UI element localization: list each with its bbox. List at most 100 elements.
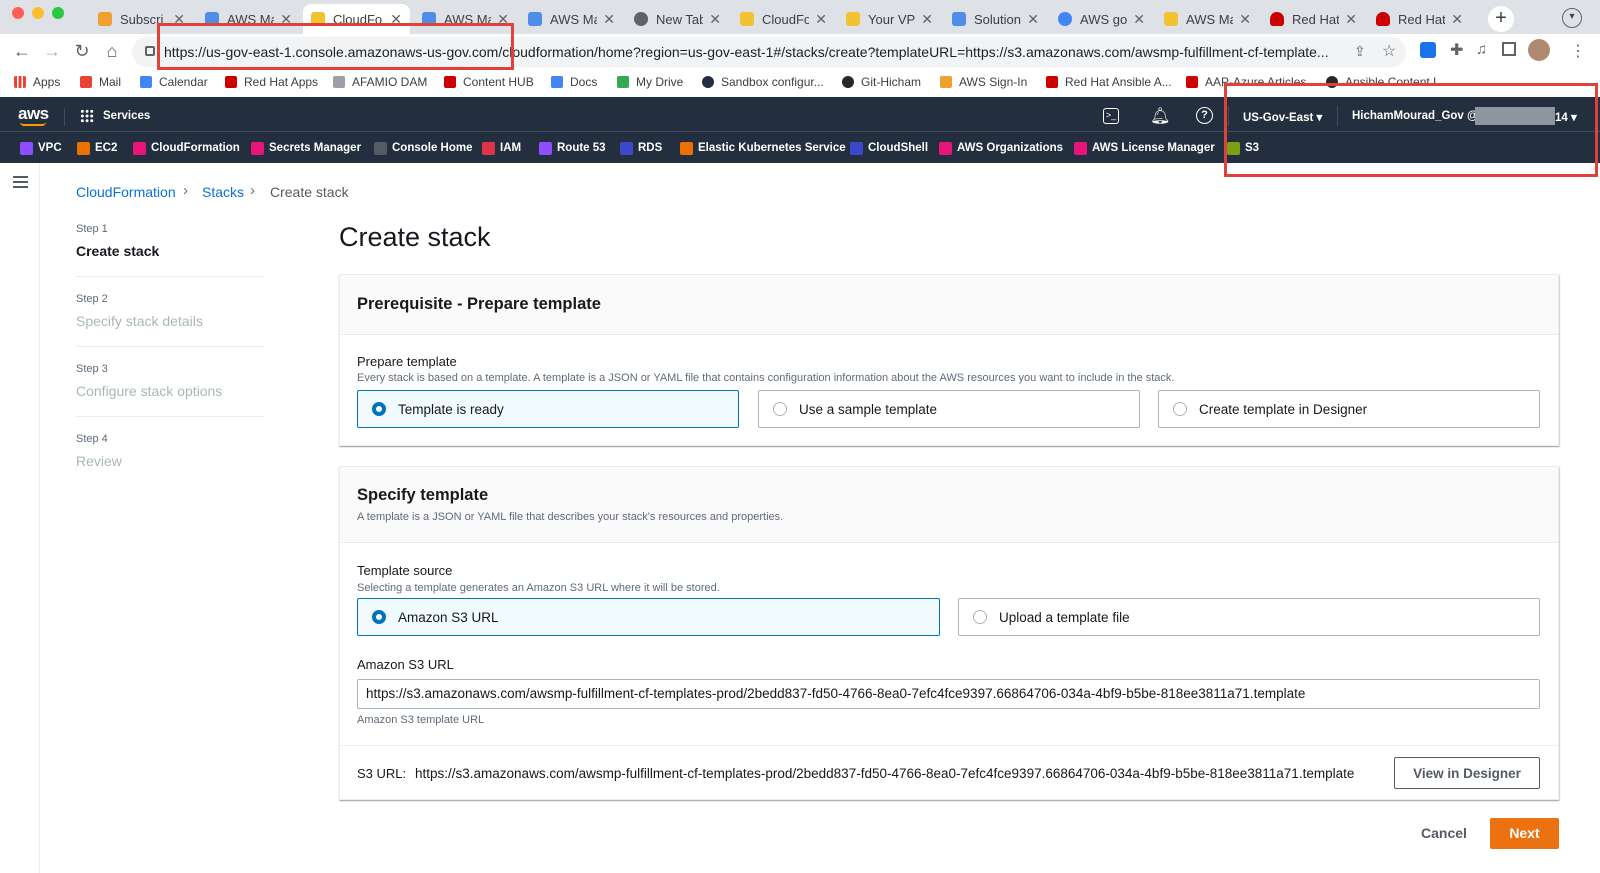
- new-tab-button[interactable]: +: [1488, 6, 1514, 32]
- browser-tab[interactable]: Solution ✕: [944, 4, 1047, 34]
- favorite-elastic-kubernetes-service[interactable]: Elastic Kubernetes Service: [680, 140, 846, 156]
- tab-favicon-icon: [740, 12, 754, 26]
- browser-tab[interactable]: AWS Mar✕: [520, 4, 623, 34]
- option-sample-template[interactable]: Use a sample template: [758, 390, 1140, 428]
- bookmark[interactable]: Red Hat Apps: [225, 72, 318, 92]
- favorite-ec2[interactable]: EC2: [77, 140, 117, 156]
- services-menu[interactable]: Services: [103, 110, 150, 122]
- browser-tab[interactable]: CloudFor✕: [732, 4, 835, 34]
- card-header: [340, 467, 1558, 543]
- more-menu-icon[interactable]: ⋮: [1570, 41, 1586, 61]
- share-icon[interactable]: ⇪: [1354, 43, 1366, 60]
- side-panel-icon[interactable]: [1502, 42, 1516, 56]
- puzzle-icon[interactable]: ✚: [1450, 40, 1463, 60]
- docs-icon: [551, 76, 563, 88]
- favorite-rds[interactable]: RDS: [620, 140, 662, 156]
- option-designer-template[interactable]: Create template in Designer: [1158, 390, 1540, 428]
- favorite-cloudformation[interactable]: CloudFormation: [133, 140, 240, 156]
- close-icon[interactable]: ✕: [1345, 11, 1357, 28]
- radio-selected-icon[interactable]: [372, 402, 386, 416]
- close-window-button[interactable]: [12, 7, 24, 19]
- maximize-window-button[interactable]: [52, 7, 64, 19]
- favorite-iam[interactable]: IAM: [482, 140, 521, 156]
- tab-favicon-icon: [1164, 12, 1178, 26]
- favorite-cloudshell[interactable]: CloudShell: [850, 140, 928, 156]
- next-button[interactable]: Next: [1490, 818, 1559, 849]
- bookmark[interactable]: Sandbox configur...: [702, 72, 824, 92]
- browser-tab[interactable]: Red Hat ✕: [1368, 4, 1471, 34]
- extension-icon[interactable]: [1420, 42, 1436, 58]
- option-s3-url[interactable]: Amazon S3 URL: [357, 598, 940, 636]
- favorite-aws-license-manager[interactable]: AWS License Manager: [1074, 140, 1215, 156]
- browser-tab[interactable]: AWS gov✕: [1050, 4, 1153, 34]
- close-icon[interactable]: ✕: [921, 11, 933, 28]
- radio-selected-icon[interactable]: [372, 610, 386, 624]
- step-divider: [76, 276, 264, 277]
- close-icon[interactable]: ✕: [1451, 11, 1463, 28]
- bookmark[interactable]: Git-Hicham: [842, 72, 921, 92]
- favorite-aws-organizations[interactable]: AWS Organizations: [939, 140, 1063, 156]
- s3-url-display-value: https://s3.amazonaws.com/awsmp-fulfillme…: [415, 766, 1355, 781]
- home-icon[interactable]: ⌂: [100, 39, 124, 63]
- favorite-vpc[interactable]: VPC: [20, 140, 62, 156]
- tab-search-icon[interactable]: ▾: [1562, 8, 1582, 28]
- step-title: Specify stack details: [76, 313, 203, 329]
- favorite-route-53[interactable]: Route 53: [539, 140, 606, 156]
- option-template-ready[interactable]: Template is ready: [357, 390, 739, 428]
- browser-tab[interactable]: Your VPC✕: [838, 4, 941, 34]
- close-icon[interactable]: ✕: [1239, 11, 1251, 28]
- service-icon: [20, 141, 33, 155]
- browser-tab[interactable]: Red Hat ✕: [1262, 4, 1365, 34]
- prepare-template-desc: Every stack is based on a template. A te…: [357, 372, 1175, 384]
- radio-icon[interactable]: [1173, 402, 1187, 416]
- media-control-icon[interactable]: ♫: [1476, 41, 1487, 58]
- bookmark[interactable]: Red Hat Ansible A...: [1046, 72, 1172, 92]
- bookmark[interactable]: Apps: [14, 72, 60, 92]
- profile-avatar[interactable]: [1528, 39, 1550, 61]
- bookmark[interactable]: AWS Sign-In: [940, 72, 1027, 92]
- breadcrumb-cloudformation[interactable]: CloudFormation: [76, 184, 176, 200]
- bookmark[interactable]: My Drive: [617, 72, 683, 92]
- cloudshell-icon[interactable]: >_: [1103, 108, 1119, 124]
- apps-grid-icon: [14, 76, 26, 88]
- bookmark[interactable]: Content HUB: [444, 72, 534, 92]
- browser-tab[interactable]: New Tab ✕: [626, 4, 729, 34]
- bell-icon[interactable]: 🔔︎: [1150, 106, 1170, 126]
- reload-icon[interactable]: ↻: [70, 39, 94, 63]
- help-icon[interactable]: ?: [1196, 107, 1213, 124]
- radio-icon[interactable]: [773, 402, 787, 416]
- nav-divider: [64, 108, 65, 126]
- cancel-button[interactable]: Cancel: [1421, 825, 1467, 841]
- view-in-designer-button[interactable]: View in Designer: [1394, 757, 1540, 789]
- favorite-console-home[interactable]: Console Home: [374, 140, 473, 156]
- card-header-title: Prerequisite - Prepare template: [357, 295, 601, 313]
- step-title-active[interactable]: Create stack: [76, 243, 159, 259]
- bookmark[interactable]: Calendar: [140, 72, 208, 92]
- close-icon[interactable]: ✕: [1027, 11, 1039, 28]
- close-icon[interactable]: ✕: [603, 11, 615, 28]
- hamburger-menu-icon[interactable]: [13, 176, 28, 188]
- bookmark[interactable]: Docs: [551, 72, 597, 92]
- bookmark[interactable]: AFAMIO DAM: [333, 72, 427, 92]
- radio-icon[interactable]: [973, 610, 987, 624]
- back-arrow-icon[interactable]: ←: [10, 39, 34, 63]
- close-icon[interactable]: ✕: [815, 11, 827, 28]
- favorite-secrets-manager[interactable]: Secrets Manager: [251, 140, 361, 156]
- services-grid-icon[interactable]: [80, 109, 94, 123]
- close-icon[interactable]: ✕: [1133, 11, 1145, 28]
- option-upload-file[interactable]: Upload a template file: [958, 598, 1540, 636]
- redhat-icon: [225, 76, 237, 88]
- bookmark[interactable]: Mail: [80, 72, 121, 92]
- forward-arrow-icon[interactable]: →: [40, 39, 64, 63]
- aws-logo[interactable]: aws: [18, 104, 49, 124]
- s3-url-input[interactable]: https://s3.amazonaws.com/awsmp-fulfillme…: [357, 679, 1540, 709]
- highlight-url-box: [157, 23, 514, 70]
- star-icon[interactable]: ☆: [1382, 41, 1396, 61]
- template-source-label: Template source: [357, 563, 453, 578]
- breadcrumb-stacks[interactable]: Stacks: [202, 184, 244, 200]
- browser-tab[interactable]: AWS Mar✕: [1156, 4, 1259, 34]
- minimize-window-button[interactable]: [32, 7, 44, 19]
- tab-favicon-icon: [1058, 12, 1072, 26]
- close-icon[interactable]: ✕: [709, 11, 721, 28]
- content-hub-icon: [444, 76, 456, 88]
